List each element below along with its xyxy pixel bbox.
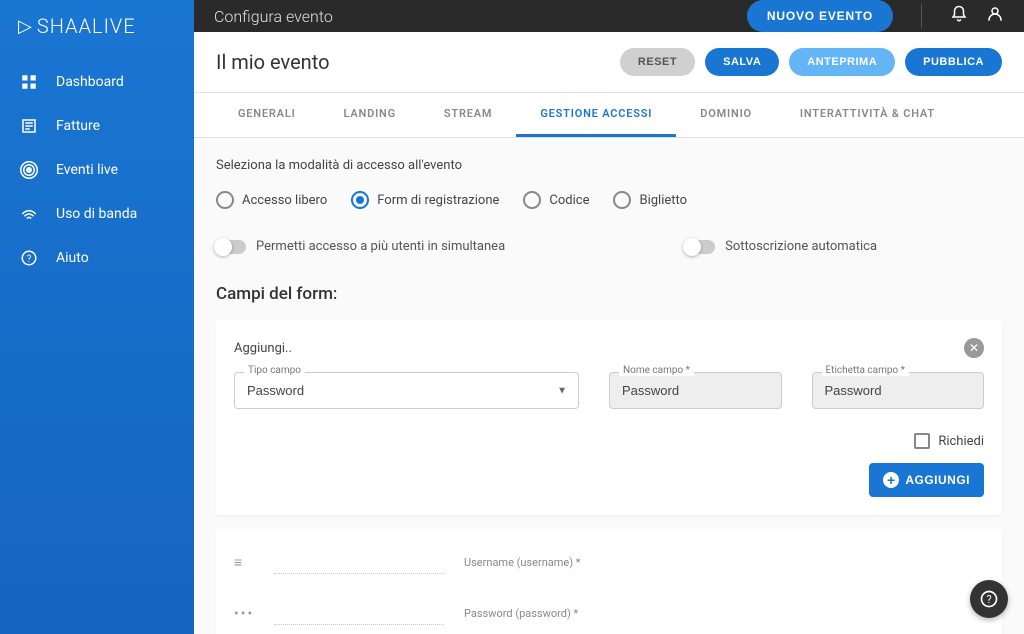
radio-label: Biglietto (639, 193, 687, 208)
user-icon[interactable] (986, 5, 1004, 27)
card-title: Aggiungi.. (234, 341, 292, 356)
sidebar-item-banda[interactable]: Uso di banda (0, 192, 194, 236)
tab-interattivita[interactable]: INTERATTIVITÀ & CHAT (776, 93, 959, 137)
wifi-icon (20, 205, 38, 223)
add-field-card: Aggiungi.. ✕ Tipo campo Password ▼ Nome … (216, 320, 1002, 515)
sidebar-item-aiuto[interactable]: ? Aiuto (0, 236, 194, 280)
tipo-campo-select[interactable]: Password (234, 372, 579, 409)
sidebar-item-fatture[interactable]: Fatture (0, 104, 194, 148)
etichetta-campo-field: Etichetta campo * (812, 372, 985, 409)
nome-campo-input[interactable] (609, 372, 782, 409)
divider (921, 4, 922, 28)
radio-icon (351, 191, 369, 209)
preview-button[interactable]: ANTEPRIMA (789, 48, 895, 76)
broadcast-icon (20, 161, 38, 179)
svg-text:?: ? (986, 593, 991, 606)
nome-campo-field: Nome campo * (609, 372, 782, 409)
toggle-label: Permetti accesso a più utenti in simulta… (256, 239, 505, 254)
header: Il mio evento RESET SALVA ANTEPRIMA PUBB… (194, 32, 1024, 93)
field-value-input[interactable] (274, 602, 444, 625)
main: Configura evento NUOVO EVENTO Il mio eve… (194, 0, 1024, 634)
field-list-label: Username (username) * (464, 556, 581, 569)
publish-button[interactable]: PUBBLICA (905, 48, 1002, 76)
sidebar-item-label: Uso di banda (56, 206, 137, 222)
help-icon: ? (20, 249, 38, 267)
field-label: Nome campo * (619, 365, 694, 376)
logo-mark-icon: ▷ (18, 16, 33, 37)
field-list-row: ≡ Username (username) * (234, 537, 984, 588)
nav: Dashboard Fatture Eventi live Uso di ban… (0, 48, 194, 280)
plus-icon: + (883, 472, 899, 488)
radio-form-registrazione[interactable]: Form di registrazione (351, 191, 499, 209)
checkbox-label: Richiedi (938, 434, 984, 449)
field-list-label: Password (password) * (464, 607, 578, 620)
tab-gestione-accessi[interactable]: GESTIONE ACCESSI (516, 93, 676, 137)
field-label: Tipo campo (244, 365, 305, 376)
password-icon[interactable]: ••• (234, 606, 254, 622)
reset-button[interactable]: RESET (620, 48, 695, 76)
tab-dominio[interactable]: DOMINIO (676, 93, 776, 137)
logo: ▷ SHAALIVE (0, 0, 194, 48)
save-button[interactable]: SALVA (705, 48, 779, 76)
radio-biglietto[interactable]: Biglietto (613, 191, 687, 209)
help-fab-button[interactable]: ? (970, 580, 1008, 618)
close-icon[interactable]: ✕ (964, 338, 984, 358)
tab-generali[interactable]: GENERALI (214, 93, 320, 137)
tab-stream[interactable]: STREAM (420, 93, 516, 137)
field-value-input[interactable] (274, 551, 444, 574)
etichetta-campo-input[interactable] (812, 372, 985, 409)
tipo-campo-field: Tipo campo Password ▼ (234, 372, 579, 409)
sidebar-item-dashboard[interactable]: Dashboard (0, 60, 194, 104)
radio-label: Codice (549, 193, 589, 208)
radio-codice[interactable]: Codice (523, 191, 589, 209)
richiedi-checkbox[interactable]: Richiedi (914, 433, 984, 449)
radio-icon (216, 191, 234, 209)
radio-icon (613, 191, 631, 209)
sidebar-item-eventi[interactable]: Eventi live (0, 148, 194, 192)
page-title: Il mio evento (216, 50, 620, 74)
field-label: Etichetta campo * (822, 365, 909, 376)
radio-accesso-libero[interactable]: Accesso libero (216, 191, 327, 209)
toggle-switch[interactable] (685, 240, 715, 254)
checkbox-icon (914, 433, 930, 449)
toggles-row: Permetti accesso a più utenti in simulta… (216, 239, 1002, 254)
radio-icon (523, 191, 541, 209)
field-list-card: ≡ Username (username) * ••• Password (pa… (216, 529, 1002, 634)
bell-icon[interactable] (950, 5, 968, 27)
new-event-button[interactable]: NUOVO EVENTO (747, 0, 893, 32)
sidebar-item-label: Dashboard (56, 74, 124, 90)
sidebar-item-label: Aiuto (56, 250, 89, 266)
svg-text:?: ? (27, 254, 32, 265)
toggle-switch[interactable] (216, 240, 246, 254)
sidebar-item-label: Eventi live (56, 162, 118, 178)
toggle-auto-subscribe: Sottoscrizione automatica (685, 239, 877, 254)
radio-label: Accesso libero (242, 193, 327, 208)
field-list-row: ••• Password (password) * (234, 588, 984, 634)
content: Seleziona la modalità di accesso all'eve… (194, 138, 1024, 634)
tab-landing[interactable]: LANDING (320, 93, 420, 137)
document-icon (20, 117, 38, 135)
aggiungi-button[interactable]: + AGGIUNGI (869, 463, 984, 497)
access-mode-label: Seleziona la modalità di accesso all'eve… (216, 158, 1002, 173)
logo-text: SHAALIVE (37, 14, 136, 38)
topbar: Configura evento NUOVO EVENTO (194, 0, 1024, 32)
dashboard-icon (20, 73, 38, 91)
toggle-multi-user: Permetti accesso a più utenti in simulta… (216, 239, 505, 254)
tabs: GENERALI LANDING STREAM GESTIONE ACCESSI… (194, 93, 1024, 138)
toggle-label: Sottoscrizione automatica (725, 239, 877, 254)
sidebar-item-label: Fatture (56, 118, 100, 134)
form-fields-title: Campi del form: (216, 284, 1002, 304)
button-label: AGGIUNGI (905, 473, 970, 487)
sidebar: ▷ SHAALIVE Dashboard Fatture Eventi live… (0, 0, 194, 634)
access-radios: Accesso libero Form di registrazione Cod… (216, 191, 1002, 209)
topbar-title: Configura evento (214, 7, 747, 26)
drag-icon[interactable]: ≡ (234, 554, 254, 571)
radio-label: Form di registrazione (377, 193, 499, 208)
